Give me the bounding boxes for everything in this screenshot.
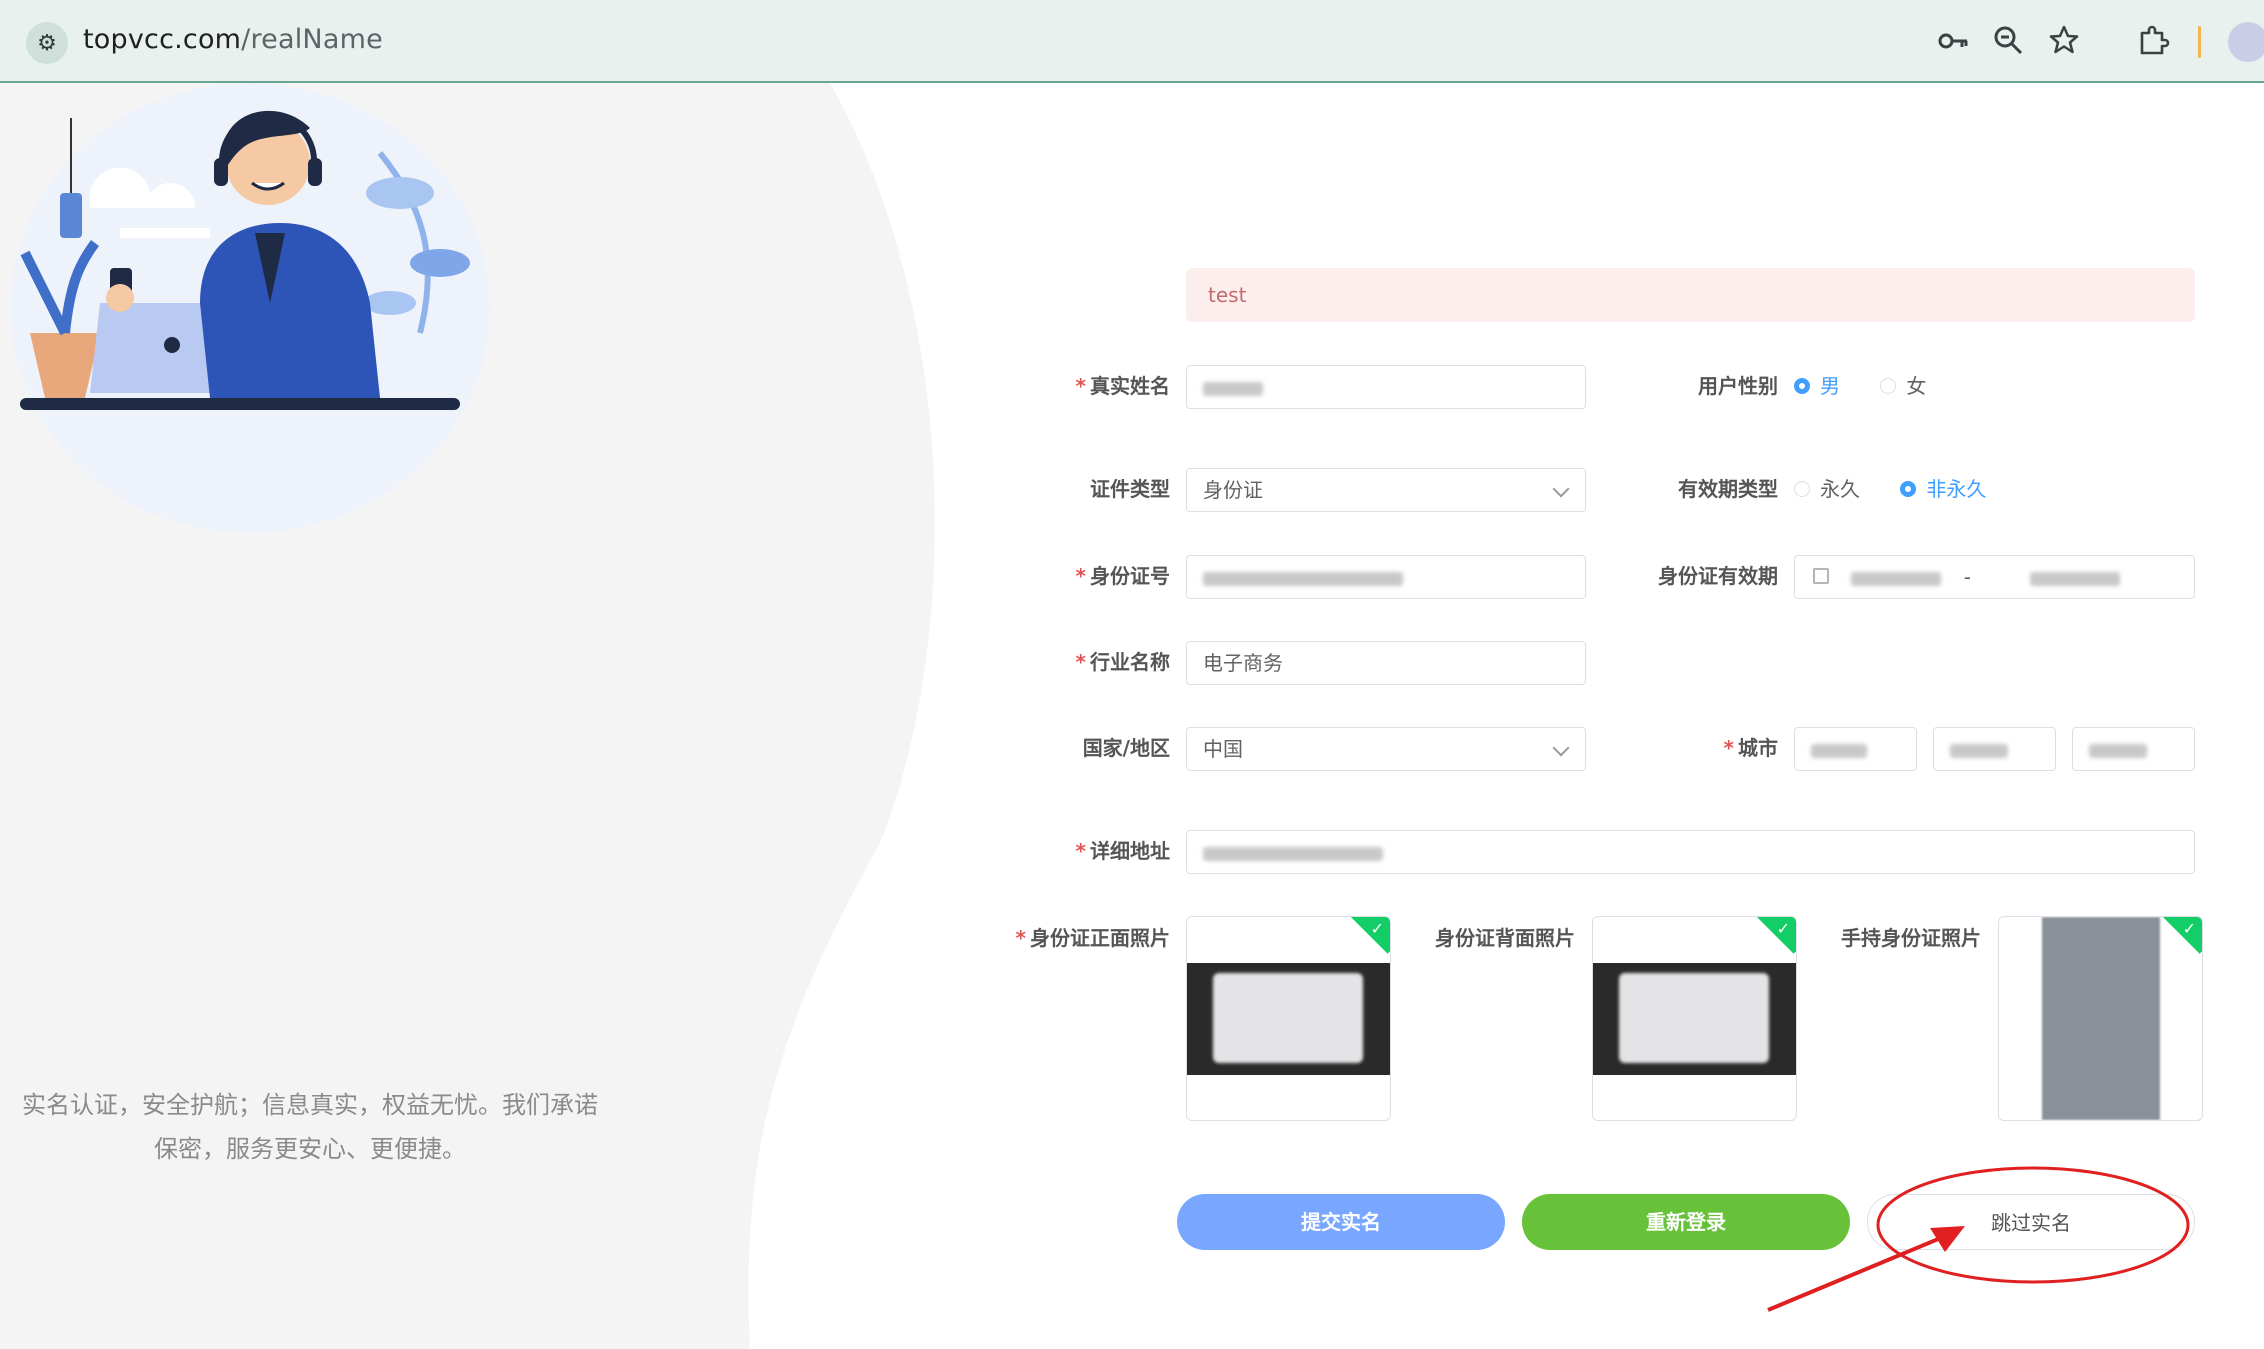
star-icon[interactable]: [2048, 24, 2080, 65]
site-settings-icon[interactable]: ⚙: [26, 22, 68, 64]
gender-female-text: 女: [1906, 374, 1927, 398]
real-name-input[interactable]: [1186, 365, 1586, 409]
handheld-upload[interactable]: ✓: [1998, 916, 2203, 1121]
upload-success-badge: [2157, 917, 2202, 954]
skip-button[interactable]: 跳过实名: [1867, 1194, 2195, 1250]
gender-male-option[interactable]: 男: [1794, 364, 1840, 408]
profile-avatar[interactable]: [2228, 22, 2264, 62]
slogan-line-2: 保密，服务更安心、更便捷。: [154, 1135, 466, 1163]
zoom-icon[interactable]: [1992, 24, 2024, 65]
masked-value: [1203, 381, 1263, 396]
province-select[interactable]: [1794, 727, 1917, 771]
masked-value: [1811, 743, 1867, 758]
validity-non-permanent-text: 非永久: [1926, 477, 1987, 501]
id-front-label-text: 身份证正面照片: [1030, 926, 1170, 950]
radio-checked-icon: [1900, 480, 1917, 497]
id-number-label-text: 身份证号: [1090, 564, 1170, 588]
radio-checked-icon: [1794, 377, 1810, 394]
radio-unchecked-icon: [1880, 377, 1897, 394]
gender-label: 用户性别: [1698, 374, 1778, 398]
industry-input[interactable]: 电子商务: [1186, 641, 1586, 685]
id-back-label: 身份证背面照片: [1435, 926, 1575, 950]
industry-value: 电子商务: [1203, 651, 1283, 675]
address-input[interactable]: [1186, 830, 2195, 874]
masked-value: [1203, 571, 1403, 586]
id-front-image: [1187, 963, 1390, 1075]
check-icon: ✓: [1776, 919, 1790, 938]
validity-radio-group: 永久 非永久: [1794, 467, 2020, 511]
handheld-image: [2042, 917, 2160, 1120]
id-type-label: 证件类型: [1090, 477, 1170, 501]
validity-permanent-option[interactable]: 永久: [1794, 467, 1860, 511]
id-number-input[interactable]: [1186, 555, 1586, 599]
id-validity-date-range[interactable]: -: [1794, 555, 2195, 599]
country-select[interactable]: 中国: [1186, 727, 1586, 771]
id-number-label: * 身份证号: [1075, 564, 1170, 588]
city-select[interactable]: [1933, 727, 2056, 771]
chevron-down-icon: [1552, 739, 1570, 757]
address-label: * 详细地址: [1075, 839, 1170, 863]
city-label-text: 城市: [1738, 736, 1778, 760]
upload-success-badge: [1751, 917, 1796, 954]
gender-radio-group: 男 女: [1794, 364, 1960, 408]
validity-non-permanent-option[interactable]: 非永久: [1900, 467, 1986, 511]
gender-male-text: 男: [1820, 374, 1840, 398]
masked-value: [1950, 743, 2008, 758]
address-bar[interactable]: topvcc.com/realName: [83, 24, 383, 55]
country-label: 国家/地区: [1082, 736, 1170, 760]
check-icon: ✓: [2182, 919, 2196, 938]
alert-message: test: [1186, 268, 2195, 322]
district-select[interactable]: [2072, 727, 2195, 771]
relogin-button[interactable]: 重新登录: [1522, 1194, 1850, 1250]
key-icon[interactable]: [1936, 24, 1970, 67]
validity-permanent-text: 永久: [1820, 477, 1860, 501]
submit-button[interactable]: 提交实名: [1177, 1194, 1505, 1250]
address-label-text: 详细地址: [1090, 839, 1170, 863]
masked-end-date: [2029, 571, 2120, 586]
id-back-upload[interactable]: ✓: [1592, 916, 1797, 1121]
browser-toolbar: ⚙ topvcc.com/realName: [0, 0, 2264, 83]
masked-value: [1203, 846, 1383, 861]
real-name-label-text: 真实姓名: [1090, 374, 1170, 398]
check-icon: ✓: [1370, 919, 1384, 938]
slogan-text: 实名认证，安全护航；信息真实，权益无忧。我们承诺 保密，服务更安心、更便捷。: [10, 1083, 610, 1171]
radio-unchecked-icon: [1794, 480, 1810, 497]
id-validity-label: 身份证有效期: [1658, 564, 1778, 588]
id-type-select[interactable]: 身份证: [1186, 468, 1586, 512]
toolbar-separator: [2198, 26, 2201, 58]
slogan-line-1: 实名认证，安全护航；信息真实，权益无忧。我们承诺: [22, 1091, 598, 1119]
masked-value: [2089, 743, 2147, 758]
handheld-label: 手持身份证照片: [1841, 926, 1981, 950]
url-path: /realName: [241, 24, 383, 55]
id-front-label: * 身份证正面照片: [1015, 926, 1170, 950]
extensions-icon[interactable]: [2136, 24, 2170, 67]
gender-female-option[interactable]: 女: [1880, 364, 1926, 408]
validity-type-label: 有效期类型: [1678, 477, 1778, 501]
upload-success-badge: [1345, 917, 1390, 954]
city-label: * 城市: [1723, 736, 1778, 760]
id-front-upload[interactable]: ✓: [1186, 916, 1391, 1121]
masked-start-date: [1851, 571, 1941, 586]
calendar-icon: [1813, 568, 1829, 584]
id-back-image: [1593, 963, 1796, 1075]
real-name-label: * 真实姓名: [1075, 374, 1170, 398]
country-value: 中国: [1203, 737, 1243, 761]
id-type-value: 身份证: [1203, 478, 1263, 502]
illustration-image: [10, 83, 490, 533]
url-host: topvcc.com: [83, 24, 242, 55]
industry-label-text: 行业名称: [1090, 650, 1170, 674]
industry-label: * 行业名称: [1075, 650, 1170, 674]
chevron-down-icon: [1552, 480, 1570, 498]
date-separator: -: [1963, 565, 1971, 589]
